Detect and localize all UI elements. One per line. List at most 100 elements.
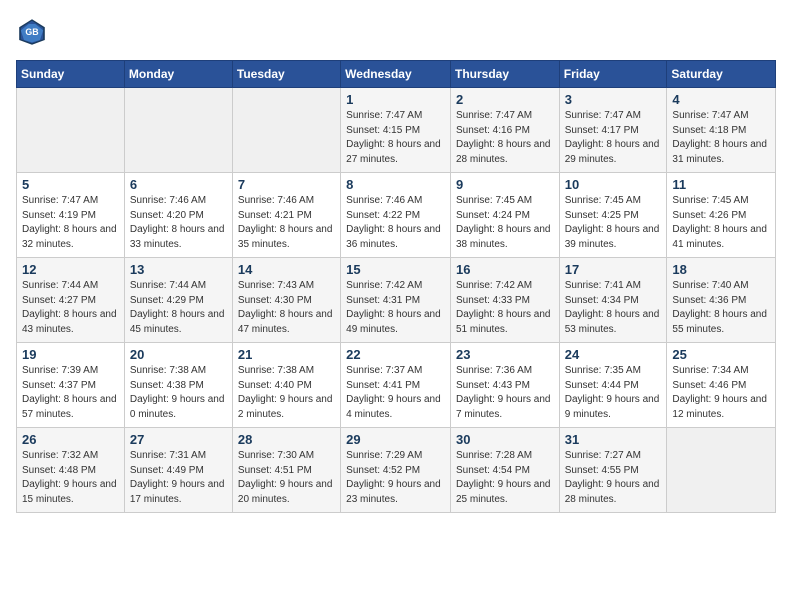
week-row-2: 5 Sunrise: 7:47 AM Sunset: 4:19 PM Daylig…	[17, 173, 776, 258]
calendar-cell: 6 Sunrise: 7:46 AM Sunset: 4:20 PM Daylig…	[124, 173, 232, 258]
day-number: 5	[22, 177, 119, 192]
weekday-header-saturday: Saturday	[667, 61, 776, 88]
day-number: 27	[130, 432, 227, 447]
calendar-cell	[667, 428, 776, 513]
week-row-1: 1 Sunrise: 7:47 AM Sunset: 4:15 PM Daylig…	[17, 88, 776, 173]
day-number: 7	[238, 177, 335, 192]
calendar-cell: 14 Sunrise: 7:43 AM Sunset: 4:30 PM Dayli…	[232, 258, 340, 343]
weekday-header-tuesday: Tuesday	[232, 61, 340, 88]
day-number: 19	[22, 347, 119, 362]
week-row-3: 12Sunrise: 7:44 AM Sunset: 4:27 PM Dayli…	[17, 258, 776, 343]
weekday-header-row: SundayMondayTuesdayWednesdayThursdayFrid…	[17, 61, 776, 88]
day-info: Sunrise: 7:43 AM Sunset: 4:30 PM Dayligh…	[238, 279, 335, 337]
weekday-header-wednesday: Wednesday	[341, 61, 451, 88]
day-info: Sunrise: 7:46 AM Sunset: 4:22 PM Dayligh…	[346, 194, 445, 252]
calendar-cell: 28 Sunrise: 7:30 AM Sunset: 4:51 PM Dayli…	[232, 428, 340, 513]
day-info: Sunrise: 7:35 AM Sunset: 4:44 PM Dayligh…	[565, 364, 662, 422]
calendar-cell: 26Sunrise: 7:32 AM Sunset: 4:48 PM Dayli…	[17, 428, 125, 513]
day-info: Sunrise: 7:38 AM Sunset: 4:38 PM Dayligh…	[130, 364, 227, 422]
day-number: 18	[672, 262, 770, 277]
day-info: Sunrise: 7:37 AM Sunset: 4:41 PM Dayligh…	[346, 364, 445, 422]
calendar-cell: 31 Sunrise: 7:27 AM Sunset: 4:55 PM Dayli…	[559, 428, 667, 513]
calendar-cell: 1 Sunrise: 7:47 AM Sunset: 4:15 PM Daylig…	[341, 88, 451, 173]
day-info: Sunrise: 7:47 AM Sunset: 4:19 PM Dayligh…	[22, 194, 119, 252]
page-header: GB	[16, 16, 776, 48]
day-info: Sunrise: 7:29 AM Sunset: 4:52 PM Dayligh…	[346, 449, 445, 507]
day-info: Sunrise: 7:44 AM Sunset: 4:29 PM Dayligh…	[130, 279, 227, 337]
calendar-cell: 9Sunrise: 7:45 AM Sunset: 4:24 PM Daylig…	[450, 173, 559, 258]
day-info: Sunrise: 7:31 AM Sunset: 4:49 PM Dayligh…	[130, 449, 227, 507]
calendar-cell: 19Sunrise: 7:39 AM Sunset: 4:37 PM Dayli…	[17, 343, 125, 428]
calendar-cell	[232, 88, 340, 173]
calendar-cell: 8 Sunrise: 7:46 AM Sunset: 4:22 PM Daylig…	[341, 173, 451, 258]
day-info: Sunrise: 7:34 AM Sunset: 4:46 PM Dayligh…	[672, 364, 770, 422]
day-number: 28	[238, 432, 335, 447]
calendar-cell: 12Sunrise: 7:44 AM Sunset: 4:27 PM Dayli…	[17, 258, 125, 343]
calendar-cell: 13 Sunrise: 7:44 AM Sunset: 4:29 PM Dayli…	[124, 258, 232, 343]
day-number: 15	[346, 262, 445, 277]
day-number: 6	[130, 177, 227, 192]
day-number: 30	[456, 432, 554, 447]
calendar-cell: 21 Sunrise: 7:38 AM Sunset: 4:40 PM Dayli…	[232, 343, 340, 428]
day-number: 9	[456, 177, 554, 192]
day-number: 11	[672, 177, 770, 192]
day-info: Sunrise: 7:38 AM Sunset: 4:40 PM Dayligh…	[238, 364, 335, 422]
day-info: Sunrise: 7:30 AM Sunset: 4:51 PM Dayligh…	[238, 449, 335, 507]
calendar-cell: 16 Sunrise: 7:42 AM Sunset: 4:33 PM Dayli…	[450, 258, 559, 343]
day-info: Sunrise: 7:41 AM Sunset: 4:34 PM Dayligh…	[565, 279, 662, 337]
calendar-cell: 15Sunrise: 7:42 AM Sunset: 4:31 PM Dayli…	[341, 258, 451, 343]
logo-icon: GB	[16, 16, 48, 48]
day-info: Sunrise: 7:46 AM Sunset: 4:20 PM Dayligh…	[130, 194, 227, 252]
calendar-cell: 4Sunrise: 7:47 AM Sunset: 4:18 PM Daylig…	[667, 88, 776, 173]
calendar-cell: 7 Sunrise: 7:46 AM Sunset: 4:21 PM Daylig…	[232, 173, 340, 258]
calendar-cell: 24Sunrise: 7:35 AM Sunset: 4:44 PM Dayli…	[559, 343, 667, 428]
calendar-cell	[17, 88, 125, 173]
day-number: 8	[346, 177, 445, 192]
day-info: Sunrise: 7:45 AM Sunset: 4:25 PM Dayligh…	[565, 194, 662, 252]
calendar-cell: 30Sunrise: 7:28 AM Sunset: 4:54 PM Dayli…	[450, 428, 559, 513]
calendar-cell: 17 Sunrise: 7:41 AM Sunset: 4:34 PM Dayli…	[559, 258, 667, 343]
weekday-header-friday: Friday	[559, 61, 667, 88]
day-number: 14	[238, 262, 335, 277]
calendar-cell: 11 Sunrise: 7:45 AM Sunset: 4:26 PM Dayli…	[667, 173, 776, 258]
calendar-cell	[124, 88, 232, 173]
day-number: 23	[456, 347, 554, 362]
weekday-header-sunday: Sunday	[17, 61, 125, 88]
calendar-cell: 25 Sunrise: 7:34 AM Sunset: 4:46 PM Dayli…	[667, 343, 776, 428]
calendar-cell: 10Sunrise: 7:45 AM Sunset: 4:25 PM Dayli…	[559, 173, 667, 258]
calendar-cell: 5 Sunrise: 7:47 AM Sunset: 4:19 PM Daylig…	[17, 173, 125, 258]
day-number: 21	[238, 347, 335, 362]
day-number: 12	[22, 262, 119, 277]
day-number: 16	[456, 262, 554, 277]
day-info: Sunrise: 7:47 AM Sunset: 4:16 PM Dayligh…	[456, 109, 554, 167]
week-row-5: 26Sunrise: 7:32 AM Sunset: 4:48 PM Dayli…	[17, 428, 776, 513]
day-info: Sunrise: 7:27 AM Sunset: 4:55 PM Dayligh…	[565, 449, 662, 507]
day-number: 13	[130, 262, 227, 277]
day-number: 3	[565, 92, 662, 107]
day-number: 29	[346, 432, 445, 447]
day-info: Sunrise: 7:36 AM Sunset: 4:43 PM Dayligh…	[456, 364, 554, 422]
day-number: 31	[565, 432, 662, 447]
calendar-cell: 27 Sunrise: 7:31 AM Sunset: 4:49 PM Dayli…	[124, 428, 232, 513]
logo: GB	[16, 16, 52, 48]
week-row-4: 19Sunrise: 7:39 AM Sunset: 4:37 PM Dayli…	[17, 343, 776, 428]
day-number: 1	[346, 92, 445, 107]
day-number: 26	[22, 432, 119, 447]
day-number: 2	[456, 92, 554, 107]
day-info: Sunrise: 7:47 AM Sunset: 4:15 PM Dayligh…	[346, 109, 445, 167]
day-number: 17	[565, 262, 662, 277]
day-number: 20	[130, 347, 227, 362]
day-info: Sunrise: 7:42 AM Sunset: 4:33 PM Dayligh…	[456, 279, 554, 337]
day-number: 25	[672, 347, 770, 362]
day-info: Sunrise: 7:45 AM Sunset: 4:26 PM Dayligh…	[672, 194, 770, 252]
weekday-header-monday: Monday	[124, 61, 232, 88]
calendar-cell: 2 Sunrise: 7:47 AM Sunset: 4:16 PM Daylig…	[450, 88, 559, 173]
day-number: 22	[346, 347, 445, 362]
calendar-cell: 23 Sunrise: 7:36 AM Sunset: 4:43 PM Dayli…	[450, 343, 559, 428]
svg-text:GB: GB	[25, 27, 38, 37]
calendar-cell: 20 Sunrise: 7:38 AM Sunset: 4:38 PM Dayli…	[124, 343, 232, 428]
calendar-cell: 29 Sunrise: 7:29 AM Sunset: 4:52 PM Dayli…	[341, 428, 451, 513]
day-info: Sunrise: 7:46 AM Sunset: 4:21 PM Dayligh…	[238, 194, 335, 252]
calendar-cell: 3Sunrise: 7:47 AM Sunset: 4:17 PM Daylig…	[559, 88, 667, 173]
calendar-table: SundayMondayTuesdayWednesdayThursdayFrid…	[16, 60, 776, 513]
